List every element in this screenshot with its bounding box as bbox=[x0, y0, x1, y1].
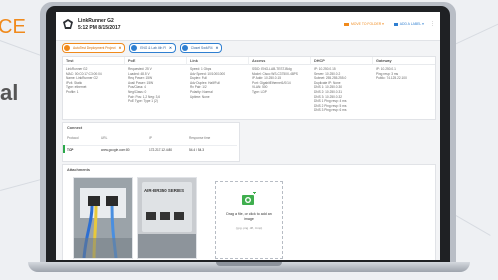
column-poe-body: Requested: 25 V Loaded: 48.5 V Req Power… bbox=[125, 67, 187, 104]
tag-location[interactable]: ENG & Lab 4th Fl ✕ bbox=[129, 43, 176, 53]
column-access-body: SSID: ENG-LAB-TEST-Bldg Model: Cisco WS-… bbox=[249, 67, 311, 95]
chevron-down-icon: ▾ bbox=[422, 22, 424, 26]
column-link-body: Speed: 1 Gbps Adv Speed: 10/100/1000 Dup… bbox=[187, 67, 249, 99]
add-label-button[interactable]: ADD A LABEL ▾ bbox=[390, 21, 428, 28]
column-test-body: LinkRunner G2 MAC: 00:C0:17:C3:00:04 Nam… bbox=[63, 67, 125, 95]
close-icon[interactable]: ✕ bbox=[118, 46, 121, 50]
location-icon bbox=[131, 45, 138, 51]
attachments-panel: Attachments AIR-BR350 SERIES Drag a file… bbox=[62, 164, 436, 260]
response-time-header: Response time bbox=[189, 136, 211, 140]
protocol-header: Protocol bbox=[67, 136, 79, 140]
ip-cell: 172.217.12.4:80 bbox=[149, 148, 173, 152]
move-to-folder-label: MOVE TO FOLDER bbox=[350, 22, 382, 26]
gateway-line: Public: 74.125.22.100 bbox=[376, 76, 407, 81]
column-test-header: Test bbox=[63, 57, 125, 65]
url-header: URL bbox=[101, 136, 108, 140]
dhcp-line: DNS 3 Ping resp: 6 ms bbox=[314, 108, 347, 113]
tag-closet[interactable]: Closet Sw4/R4 ✕ bbox=[179, 43, 223, 53]
project-icon bbox=[64, 45, 70, 51]
network-port-photo bbox=[74, 178, 132, 258]
chevron-down-icon: ▾ bbox=[382, 22, 384, 26]
side-heading-top: CE bbox=[0, 16, 26, 38]
close-icon[interactable]: ✕ bbox=[169, 46, 172, 50]
tag-list: AutoTest Deployment Project ✕ ENG & Lab … bbox=[62, 43, 225, 53]
protocol-cell: TCP bbox=[67, 148, 74, 152]
laptop-notch bbox=[216, 262, 282, 266]
upload-instructions: Drag a file, or click to add an image bbox=[226, 212, 272, 221]
side-heading-bottom: al bbox=[0, 80, 19, 105]
column-dhcp-header: DHCP bbox=[311, 57, 373, 65]
location-icon bbox=[181, 45, 188, 51]
add-photo-icon bbox=[242, 192, 256, 205]
column-gateway-header: Gateway bbox=[373, 57, 435, 65]
attachment-photo-device[interactable]: AIR-BR350 SERIES bbox=[137, 177, 197, 259]
image-upload-dropzone[interactable]: Drag a file, or click to add an image (.… bbox=[215, 181, 283, 259]
app-logo-icon bbox=[63, 19, 73, 29]
attachment-photo-port[interactable] bbox=[73, 177, 133, 259]
connect-title: Connect bbox=[67, 126, 83, 130]
folder-icon bbox=[344, 22, 349, 26]
upload-file-types: (.jpg .png .tiff, .bmp) bbox=[235, 226, 263, 230]
connect-panel: Connect Protocol URL IP Response time TC… bbox=[62, 122, 240, 162]
column-gateway-body: IP: 10.250.0.1 Ping resp: 3 ms Public: 7… bbox=[373, 67, 435, 81]
more-options-icon[interactable]: ⋮ bbox=[430, 21, 435, 27]
tag-label: AutoTest Deployment Project bbox=[73, 46, 116, 50]
link-line: Uptime: None bbox=[190, 94, 210, 99]
device-title: LinkRunner G2 bbox=[78, 18, 114, 24]
test-line: Profile: 1 bbox=[66, 89, 79, 94]
access-line: Type: LDP bbox=[252, 89, 267, 94]
ip-header: IP bbox=[149, 136, 153, 140]
label-icon bbox=[394, 22, 398, 26]
results-panel: Test PoE Link Access DHCP Gateway LinkRu… bbox=[62, 56, 436, 120]
column-poe-header: PoE bbox=[125, 57, 187, 65]
test-timestamp: 5:12 PM 8/15/2017 bbox=[78, 25, 121, 31]
tag-label: ENG & Lab 4th Fl bbox=[140, 46, 167, 50]
app-screen: LinkRunner G2 5:12 PM 8/15/2017 MOVE TO … bbox=[56, 12, 440, 260]
tag-label: Closet Sw4/R4 bbox=[190, 46, 213, 50]
tag-project[interactable]: AutoTest Deployment Project ✕ bbox=[62, 43, 126, 53]
connect-row[interactable]: TCP www.google.com:80 172.217.12.4:80 54… bbox=[65, 145, 237, 154]
app-header: LinkRunner G2 5:12 PM 8/15/2017 MOVE TO … bbox=[56, 12, 440, 41]
move-to-folder-button[interactable]: MOVE TO FOLDER ▾ bbox=[340, 21, 388, 28]
column-dhcp-body: IP: 10.250.0.15 Server: 10.250.0.2 Subne… bbox=[311, 67, 373, 113]
add-label-label: ADD A LABEL bbox=[399, 22, 422, 26]
column-access-header: Access bbox=[249, 57, 311, 65]
close-icon[interactable]: ✕ bbox=[215, 46, 218, 50]
column-link-header: Link bbox=[187, 57, 249, 65]
device-model-label: AIR-BR350 SERIES bbox=[144, 188, 185, 193]
poe-line: PoE Type: Type 1 (2) bbox=[128, 99, 158, 104]
response-time-cell: 54.4 / 54.3 bbox=[189, 148, 205, 152]
url-cell: www.google.com:80 bbox=[101, 148, 130, 152]
attachments-title: Attachments bbox=[67, 168, 90, 172]
